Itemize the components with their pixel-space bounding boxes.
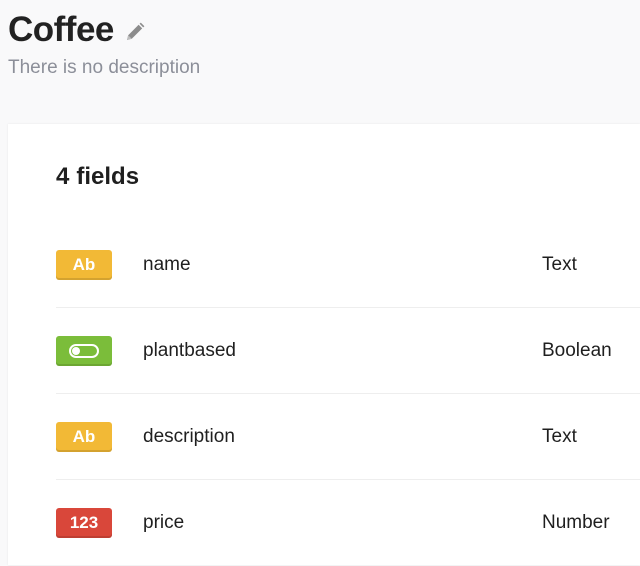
field-row-name[interactable]: Ab name Text xyxy=(56,222,640,308)
field-type: Boolean xyxy=(542,340,612,361)
model-description[interactable]: There is no description xyxy=(8,56,628,80)
pencil-icon[interactable] xyxy=(124,21,146,43)
type-badge-label: 123 xyxy=(69,513,99,532)
field-name: description xyxy=(143,426,235,447)
text-type-icon: Ab xyxy=(56,250,112,280)
field-row-description[interactable]: Ab description Text xyxy=(56,394,640,480)
number-type-icon: 123 xyxy=(56,508,112,538)
toggle-shape xyxy=(69,344,99,358)
field-count: 4 xyxy=(56,163,70,190)
text-type-icon: Ab xyxy=(56,422,112,452)
field-row-price[interactable]: 123 price Number xyxy=(56,480,640,566)
field-count-label: fields xyxy=(76,163,140,190)
field-name: price xyxy=(143,512,185,533)
field-count-heading: 4 fields xyxy=(56,160,139,194)
model-header: Coffee There is no description xyxy=(8,10,628,80)
field-name: plantbased xyxy=(143,340,236,361)
toggle-icon xyxy=(56,336,112,366)
type-badge-label: Ab xyxy=(72,255,96,274)
fields-card: 4 fields Ab name Text plantbased Boolean … xyxy=(8,124,640,565)
field-list: Ab name Text plantbased Boolean Ab descr… xyxy=(56,222,640,566)
field-type: Text xyxy=(542,254,577,275)
title-row: Coffee xyxy=(8,10,628,50)
field-name: name xyxy=(143,254,191,275)
field-row-plantbased[interactable]: plantbased Boolean xyxy=(56,308,640,394)
type-badge-label: Ab xyxy=(72,427,96,446)
field-type: Number xyxy=(542,512,610,533)
field-type: Text xyxy=(542,426,577,447)
page-title: Coffee xyxy=(8,10,114,49)
